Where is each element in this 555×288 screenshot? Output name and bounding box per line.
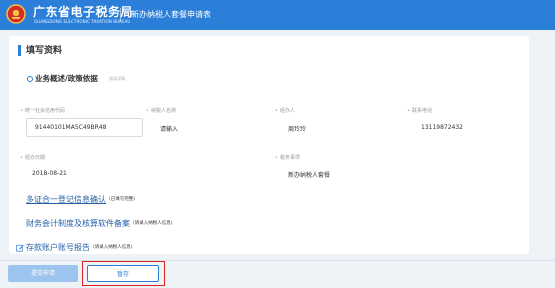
section-accent-bar bbox=[18, 45, 21, 56]
accounting-filing-link[interactable]: 财务会计制度及核算软件备案 bbox=[26, 219, 130, 228]
deposit-account-link[interactable]: 存款账户账号报告 bbox=[26, 243, 90, 252]
agent-date-label: 经办日期 bbox=[20, 154, 45, 161]
subsection-dot-icon bbox=[27, 76, 33, 82]
taxpayer-name-label: 纳税人名称 bbox=[146, 107, 176, 114]
top-header: 广东省电子税务局 GUANGDONG ELECTRONIC TAXATION B… bbox=[0, 0, 555, 30]
tax-matter-value: 新办纳税人套餐 bbox=[288, 172, 331, 179]
deposit-status-note: (请录入纳税人信息) bbox=[93, 245, 133, 250]
tax-matter-label: 税务事项 bbox=[275, 154, 300, 161]
subsection-title[interactable]: 业务概述/政策依据 bbox=[35, 73, 98, 84]
edit-icon bbox=[16, 244, 24, 252]
credit-code-value: 91440101MA5C49BR48 bbox=[35, 124, 107, 131]
app-name: 新办纳税人套餐申请表 bbox=[131, 10, 211, 19]
phone-label: 联系电话 bbox=[407, 107, 432, 114]
brand-title: 广东省电子税务局 bbox=[33, 5, 134, 19]
phone-value[interactable]: 13119872432 bbox=[421, 124, 463, 131]
agent-label: 经办人 bbox=[275, 107, 295, 114]
credit-code-input[interactable]: 91440101MA5C49BR48 bbox=[26, 118, 143, 137]
credit-code-label: 统一社会信用代码 bbox=[20, 107, 65, 114]
agent-value[interactable]: 周玲玲 bbox=[288, 124, 306, 133]
accounting-status-note: (请录入纳税人信息) bbox=[133, 221, 173, 226]
read-details-link[interactable]: 阅读详情 bbox=[109, 76, 125, 82]
red-highlight-box bbox=[82, 261, 165, 286]
registration-confirm-link[interactable]: 多证合一登记信息确认 bbox=[26, 195, 106, 204]
taxpayer-name-value[interactable]: 请输入 bbox=[160, 124, 178, 133]
link-row-accounting: 财务会计制度及核算软件备案 (请录入纳税人信息) bbox=[26, 218, 173, 229]
link-row-registration: 多证合一登记信息确认 (已填写完整) bbox=[26, 194, 135, 205]
tax-bureau-logo-icon bbox=[6, 4, 26, 24]
link-row-deposit: 存款账户账号报告 (请录入纳税人信息) bbox=[26, 242, 133, 253]
brand-subtitle: GUANGDONG ELECTRONIC TAXATION BUREAU bbox=[34, 19, 131, 24]
section-title: 填写资料 bbox=[26, 46, 63, 56]
header-divider bbox=[120, 8, 121, 22]
submit-button[interactable]: 提交申请 bbox=[8, 265, 78, 282]
registration-status-note: (已填写完整) bbox=[109, 197, 136, 202]
agent-date-value[interactable]: 2018-08-21 bbox=[32, 170, 67, 177]
